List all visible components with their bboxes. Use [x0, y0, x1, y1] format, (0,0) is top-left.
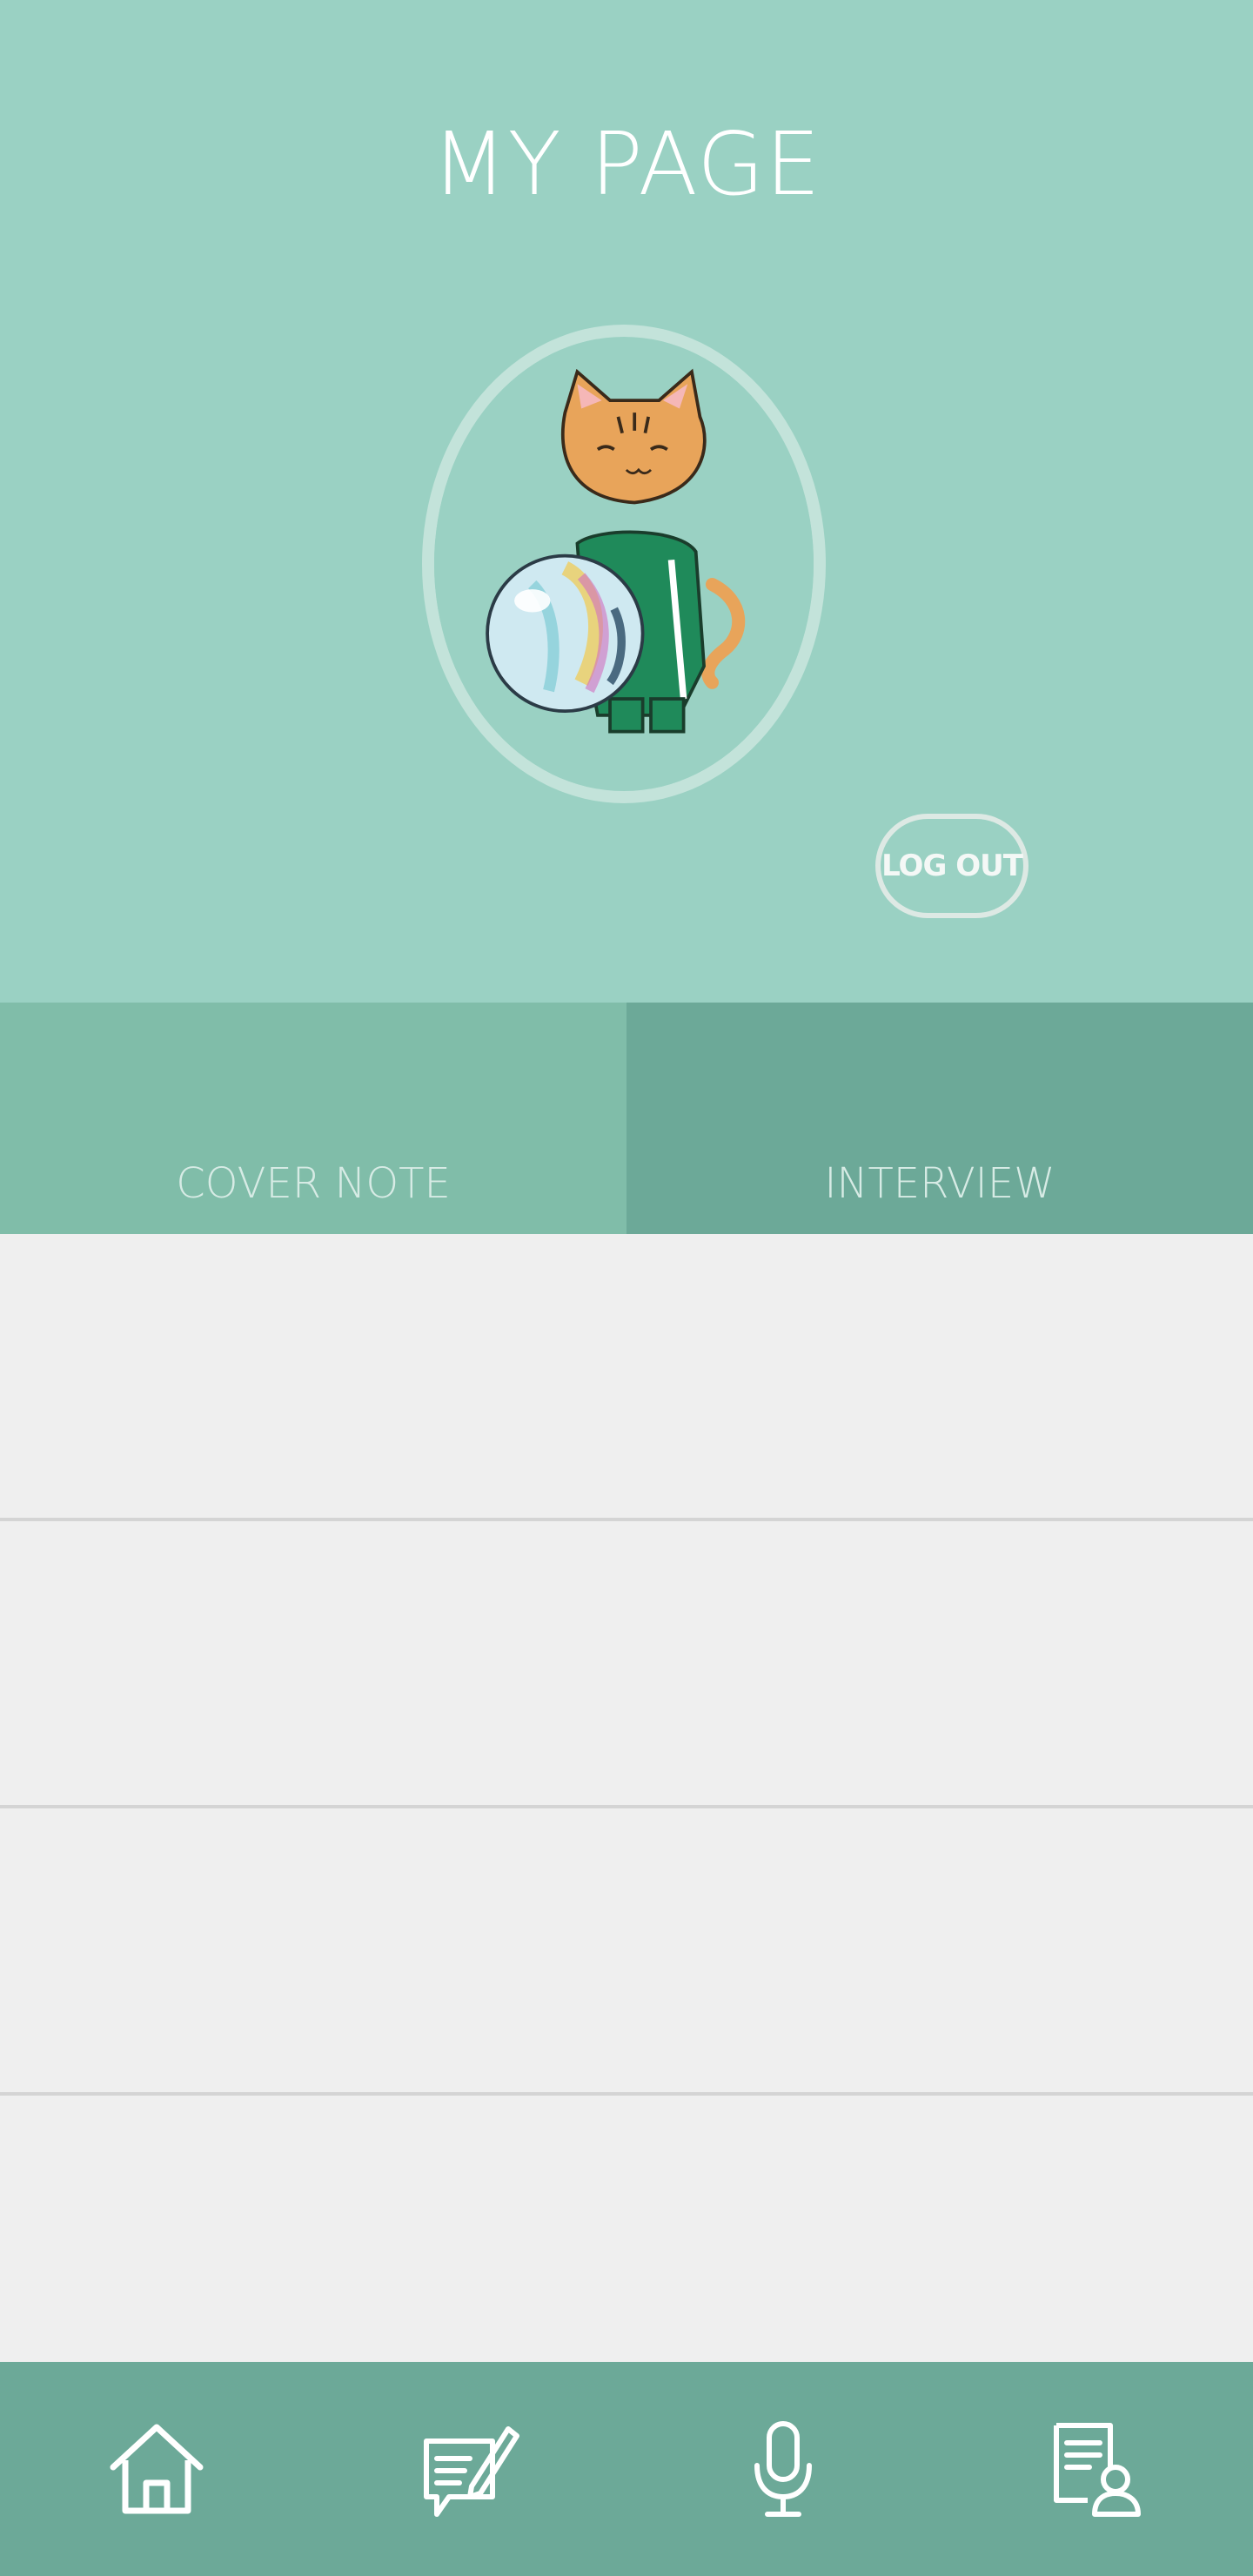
list-item[interactable] [0, 1234, 1253, 1521]
tab-bar: COVER NOTE INTERVIEW [0, 1003, 1253, 1234]
tab-interview-label: INTERVIEW [824, 1159, 1055, 1208]
avatar[interactable] [422, 325, 826, 803]
list-item[interactable] [0, 1808, 1253, 2096]
nav-write-button[interactable] [409, 2408, 531, 2530]
microphone-icon [754, 2421, 812, 2517]
profile-header: MY PAGE LOG OUT [0, 0, 1253, 1003]
write-note-icon [424, 2426, 519, 2517]
home-icon [110, 2424, 204, 2514]
tab-interview[interactable]: INTERVIEW [626, 1003, 1253, 1234]
logout-button[interactable]: LOG OUT [875, 814, 1029, 918]
bottom-nav [0, 2362, 1253, 2576]
cat-mascot-image [434, 339, 814, 789]
profile-document-icon [1054, 2423, 1141, 2517]
nav-mypage-button[interactable] [1035, 2408, 1157, 2530]
tab-cover-note-label: COVER NOTE [176, 1159, 451, 1208]
list-item[interactable] [0, 1521, 1253, 1808]
nav-interview-button[interactable] [722, 2408, 844, 2530]
list-item[interactable] [0, 2096, 1253, 2383]
nav-home-button[interactable] [96, 2408, 218, 2530]
tab-cover-note[interactable]: COVER NOTE [0, 1003, 626, 1234]
page-title: MY PAGE [432, 113, 821, 215]
content-list [0, 1234, 1253, 2383]
